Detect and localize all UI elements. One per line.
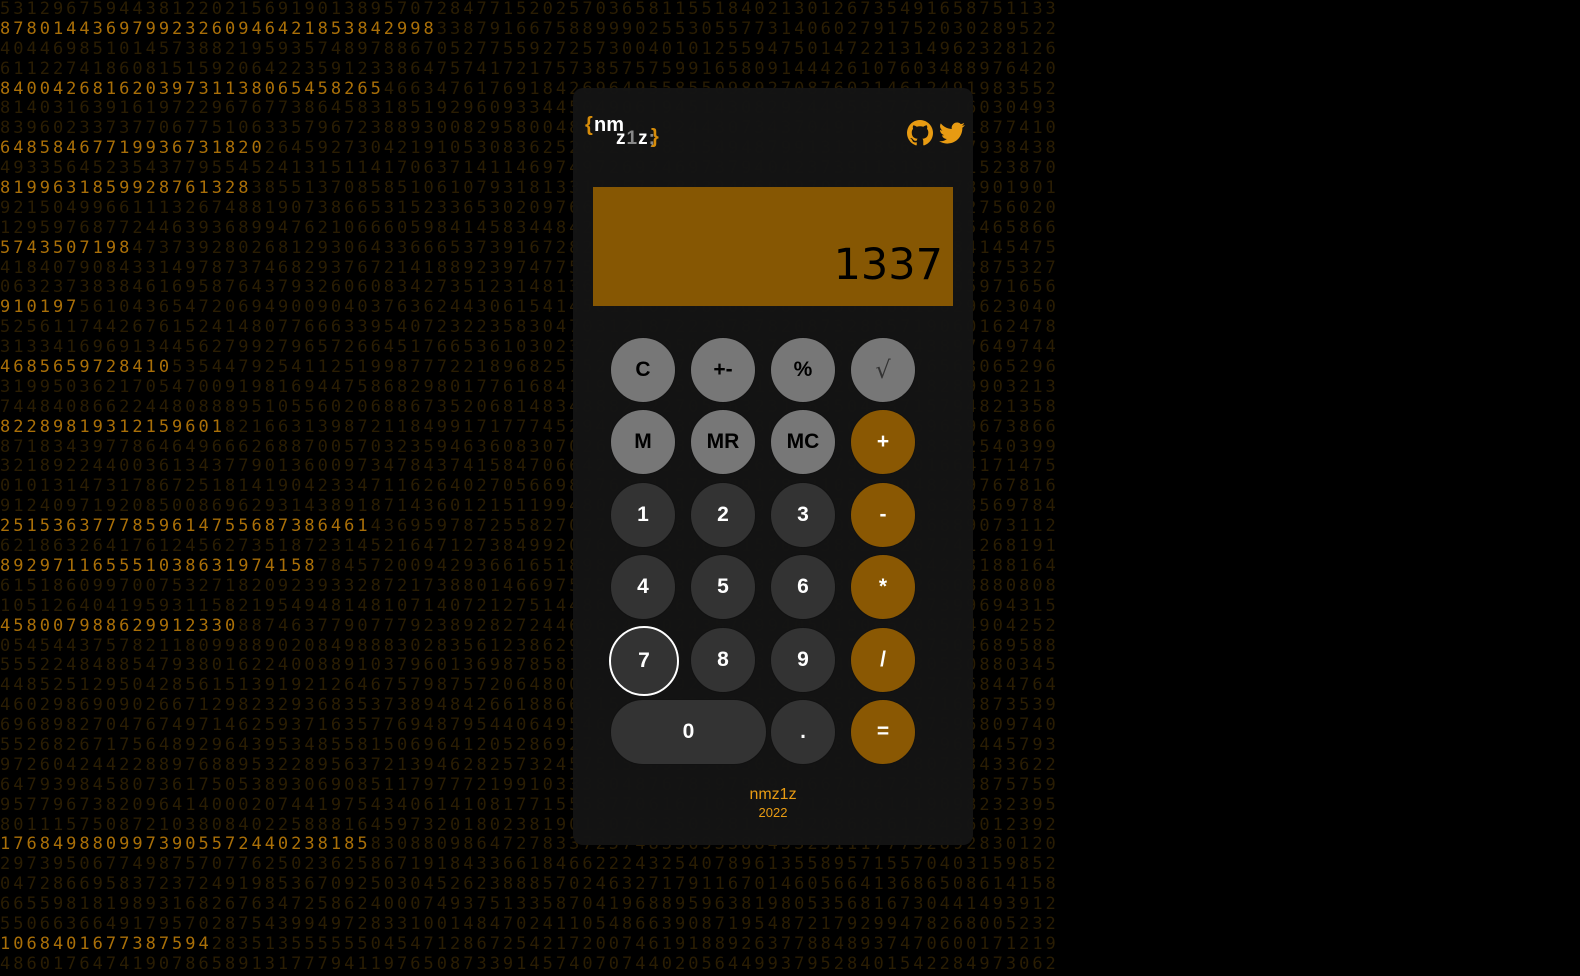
- social-links: [907, 120, 965, 146]
- matrix-dim-digits: 2973950677498757077625023625867191843366…: [0, 854, 1059, 875]
- matrix-row: 2973950677498757077625023625867191843366…: [0, 854, 1580, 875]
- matrix-row: 4044698510145738821959357489788670527755…: [0, 38, 1580, 60]
- matrix-dim-digits: 3387916675889990255305577314060279175203…: [436, 18, 1059, 39]
- matrix-dim-digits: 2835135555550454712867254217200746191889…: [211, 933, 1059, 954]
- digit-8-button[interactable]: 8: [690, 627, 756, 693]
- matrix-bright-digits: 458007988629912330: [0, 615, 239, 636]
- matrix-row: 8780144369799232609464218538429983387916…: [0, 18, 1580, 40]
- calculator-display: 1337: [593, 187, 953, 306]
- matrix-row: 0472866958372372491985367092503045262388…: [0, 874, 1580, 895]
- digit-0-button[interactable]: 0: [610, 699, 767, 765]
- multiply-button[interactable]: *: [850, 554, 916, 620]
- matrix-dim-digits: 6655981819893168267634725862400074937513…: [0, 894, 1059, 915]
- matrix-bright-digits: 8199631859928761328: [0, 178, 252, 199]
- matrix-row: 5506636649179570287543994972833100148470…: [0, 913, 1580, 935]
- matrix-bright-digits: 82289819312159601: [0, 416, 225, 437]
- subtract-button[interactable]: -: [850, 482, 916, 548]
- digit-3-button[interactable]: 3: [770, 482, 836, 548]
- memory-clear-button[interactable]: MC: [770, 409, 836, 475]
- matrix-row: 4860176474190786589131777941197650873391…: [0, 953, 1580, 975]
- matrix-bright-digits: 4685659728410: [0, 357, 173, 378]
- equals-button[interactable]: =: [850, 699, 916, 765]
- matrix-bright-digits: 910197: [0, 297, 80, 318]
- memory-recall-button[interactable]: MR: [690, 409, 756, 475]
- decimal-button[interactable]: .: [770, 699, 836, 765]
- logo-z1: z: [616, 128, 627, 149]
- logo-one: 1: [626, 128, 639, 149]
- digit-4-button[interactable]: 4: [610, 554, 676, 620]
- memory-button[interactable]: M: [610, 409, 676, 475]
- divide-button[interactable]: /: [850, 627, 916, 693]
- matrix-bright-digits: 892971165551038631974158: [0, 555, 318, 576]
- matrix-bright-digits: 1068401677387594: [0, 933, 212, 954]
- matrix-bright-digits: 5743507198: [0, 237, 133, 258]
- digit-1-button[interactable]: 1: [610, 482, 676, 548]
- matrix-bright-digits: 64858467719936731820: [0, 138, 265, 159]
- digit-2-button[interactable]: 2: [690, 482, 756, 548]
- display-value: 1337: [833, 240, 943, 290]
- matrix-bright-digits: 2515363777859614755687386461: [0, 516, 371, 537]
- digit-9-button[interactable]: 9: [770, 627, 836, 693]
- sqrt-label: √: [875, 356, 891, 384]
- matrix-dim-digits: 4044698510145738821959357489788670527755…: [0, 38, 1059, 59]
- twitter-icon: [939, 122, 965, 144]
- matrix-bright-digits: 878014436979923260946421853842998: [0, 18, 437, 39]
- matrix-dim-digits: 0472866958372372491985367092503045262388…: [0, 874, 1059, 895]
- percent-button[interactable]: %: [770, 337, 836, 403]
- digit-7-button[interactable]: 7: [609, 626, 679, 696]
- matrix-dim-digits: 6112274186081515920642235912338647574172…: [0, 58, 1059, 79]
- matrix-row: 1068401677387594283513555555045471286725…: [0, 933, 1580, 955]
- github-icon: [907, 120, 933, 146]
- plus-minus-button[interactable]: +-: [690, 337, 756, 403]
- matrix-row: 6655981819893168267634725862400074937513…: [0, 894, 1580, 915]
- logo-brace-close: }: [651, 126, 659, 148]
- matrix-bright-digits: 1768498809973905572440238185: [0, 834, 371, 855]
- footer-author: nmz1z: [749, 786, 797, 803]
- matrix-dim-digits: 4860176474190786589131777941197650873391…: [0, 953, 1059, 974]
- clear-button[interactable]: C: [610, 337, 676, 403]
- twitter-link[interactable]: [939, 120, 965, 146]
- sqrt-button[interactable]: √: [850, 337, 916, 403]
- github-link[interactable]: [907, 120, 933, 146]
- matrix-row: 5312967594438122021569190138957072847715…: [0, 0, 1580, 20]
- logo-z2: z: [638, 128, 649, 149]
- logo-brace-open: {: [585, 114, 593, 136]
- digit-5-button[interactable]: 5: [690, 554, 756, 620]
- nmz1z-logo: { nm z1z; }: [585, 114, 665, 154]
- matrix-bright-digits: 84004268162039731138065458265: [0, 78, 384, 99]
- matrix-dim-digits: 5506636649179570287543994972833100148470…: [0, 913, 1059, 934]
- matrix-row: 6112274186081515920642235912338647574172…: [0, 58, 1580, 80]
- digit-6-button[interactable]: 6: [770, 554, 836, 620]
- matrix-dim-digits: 5312967594438122021569190138957072847715…: [0, 0, 1059, 19]
- add-button[interactable]: +: [850, 409, 916, 475]
- calculator-panel: { nm z1z; } 1337 C +- % √ M MR MC + 1 2 …: [573, 88, 973, 845]
- footer-year: 2022: [758, 805, 788, 820]
- logo-z1z: z1z;: [616, 128, 656, 150]
